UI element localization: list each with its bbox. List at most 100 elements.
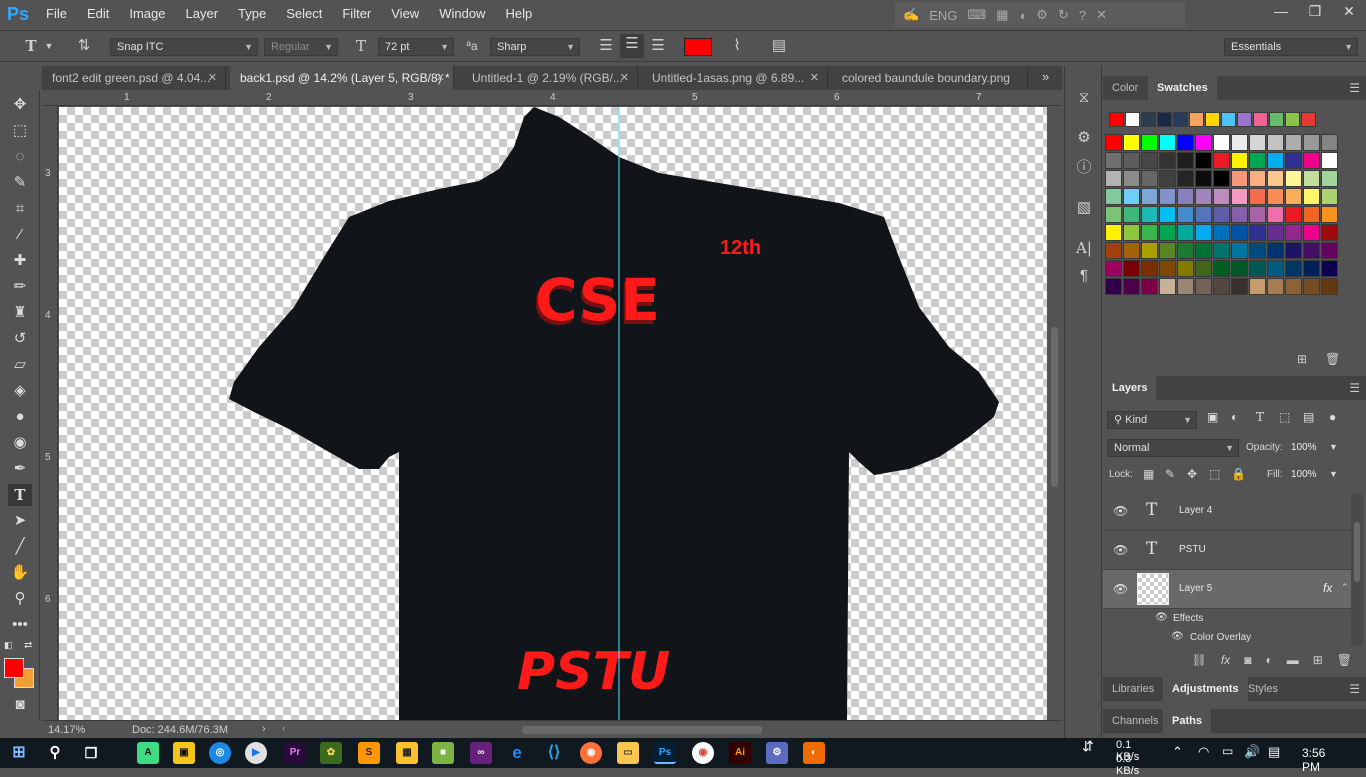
battery-icon[interactable]: ▭ xyxy=(1222,744,1233,758)
swatch[interactable] xyxy=(1267,206,1284,223)
layer-row-pstu[interactable]: 👁 T PSTU xyxy=(1103,531,1351,570)
swatch[interactable] xyxy=(1303,188,1320,205)
utility-app-icon[interactable]: ▦ xyxy=(396,742,418,764)
blend-mode-select[interactable]: Normal ▼ xyxy=(1107,439,1239,457)
swatch[interactable] xyxy=(1159,260,1176,277)
swatch[interactable] xyxy=(1249,278,1266,295)
filter-shape-icon[interactable]: ⬚ xyxy=(1279,410,1290,424)
lock-image-icon[interactable]: ✎ xyxy=(1165,467,1175,481)
swatch[interactable] xyxy=(1141,206,1158,223)
healing-brush-tool-icon[interactable]: ✚ xyxy=(8,250,32,272)
swatch[interactable] xyxy=(1285,134,1302,151)
visual-studio-icon[interactable]: ∞ xyxy=(470,742,492,764)
swatch[interactable] xyxy=(1123,134,1140,151)
chevron-down-icon[interactable]: ▼ xyxy=(44,36,54,56)
lock-artboard-icon[interactable]: ⬚ xyxy=(1209,467,1220,481)
swatch[interactable] xyxy=(1249,260,1266,277)
crop-tool-icon[interactable]: ⌗ xyxy=(8,198,32,220)
chevron-down-icon[interactable]: ▼ xyxy=(1329,469,1338,479)
swatch[interactable] xyxy=(1285,242,1302,259)
visibility-eye-icon[interactable]: 👁 xyxy=(1113,582,1128,596)
recent-swatch[interactable] xyxy=(1189,112,1204,127)
align-left-icon[interactable]: ☰ xyxy=(596,36,616,56)
chevron-up-icon[interactable]: ⌃ xyxy=(1341,582,1349,593)
font-family-select[interactable]: Snap ITC ▼ xyxy=(110,38,258,56)
swatch[interactable] xyxy=(1195,152,1212,169)
scrollbar-thumb[interactable] xyxy=(1354,522,1360,582)
move-tool-icon[interactable]: ✥ xyxy=(8,94,32,116)
swatch[interactable] xyxy=(1321,278,1338,295)
quick-mask-icon[interactable]: ◙ xyxy=(8,694,32,716)
zoom-tool-icon[interactable]: ⚲ xyxy=(8,588,32,610)
panel-menu-icon[interactable]: ☰ xyxy=(1349,677,1360,701)
swatch[interactable] xyxy=(1321,152,1338,169)
swatch[interactable] xyxy=(1231,152,1248,169)
search-icon[interactable]: ⚲ xyxy=(44,742,66,764)
settings-app-icon[interactable]: ⚙ xyxy=(766,742,788,764)
effects-row[interactable]: 👁 Effects xyxy=(1103,610,1351,628)
firefox-icon[interactable]: ◉ xyxy=(580,742,602,764)
filter-adjustment-icon[interactable]: ◐ xyxy=(1231,410,1238,424)
swatch[interactable] xyxy=(1123,170,1140,187)
tab-libraries[interactable]: Libraries xyxy=(1103,677,1163,701)
swatch[interactable] xyxy=(1159,278,1176,295)
swatch[interactable] xyxy=(1177,170,1194,187)
input-mode-icon[interactable]: ⌨ xyxy=(967,7,986,23)
swatch[interactable] xyxy=(1231,188,1248,205)
edge-icon[interactable]: e xyxy=(506,742,528,764)
menu-window[interactable]: Window xyxy=(429,0,495,28)
recent-swatch[interactable] xyxy=(1301,112,1316,127)
type-tool-icon[interactable]: T xyxy=(8,484,32,506)
delete-layer-icon[interactable]: 🗑 xyxy=(1337,653,1352,667)
window-close-icon[interactable]: ✕ xyxy=(1332,0,1366,22)
properties-icon[interactable]: ⚙ xyxy=(1073,128,1095,148)
visibility-eye-icon[interactable]: 👁 xyxy=(1113,504,1128,518)
volume-icon[interactable]: 🔊 xyxy=(1244,744,1260,760)
swatch[interactable] xyxy=(1303,152,1320,169)
swatch[interactable] xyxy=(1195,206,1212,223)
info-icon[interactable]: ⓘ xyxy=(1073,158,1095,178)
tab-color[interactable]: Color xyxy=(1103,76,1147,100)
fill-value[interactable]: 100% xyxy=(1291,469,1317,480)
visibility-eye-icon[interactable]: 👁 xyxy=(1155,612,1168,623)
swatch[interactable] xyxy=(1285,188,1302,205)
pen-tool-icon[interactable]: ✒ xyxy=(8,458,32,480)
swatch[interactable] xyxy=(1105,224,1122,241)
swatch[interactable] xyxy=(1267,278,1284,295)
text-cse[interactable]: CSE xyxy=(535,266,660,334)
chevron-up-icon[interactable]: ⌃ xyxy=(1172,744,1183,760)
new-group-icon[interactable]: ▬ xyxy=(1287,653,1299,667)
swatch[interactable] xyxy=(1231,278,1248,295)
swatch[interactable] xyxy=(1231,206,1248,223)
text-color-swatch[interactable] xyxy=(684,38,712,56)
swatch[interactable] xyxy=(1195,224,1212,241)
swatch[interactable] xyxy=(1177,224,1194,241)
swatch[interactable] xyxy=(1303,278,1320,295)
recent-swatch[interactable] xyxy=(1285,112,1300,127)
swatch[interactable] xyxy=(1105,242,1122,259)
lock-all-icon[interactable]: 🔒 xyxy=(1231,467,1246,481)
fx-icon[interactable]: fx xyxy=(1323,581,1332,595)
antialias-select[interactable]: Sharp ▼ xyxy=(490,38,580,56)
task-view-icon[interactable]: ❐ xyxy=(80,742,102,764)
add-mask-icon[interactable]: ◙ xyxy=(1244,653,1251,667)
notification-icon[interactable]: ▤ xyxy=(1268,744,1280,760)
history-brush-tool-icon[interactable]: ↺ xyxy=(8,328,32,350)
swatch[interactable] xyxy=(1213,260,1230,277)
swatch[interactable] xyxy=(1177,188,1194,205)
swatch[interactable] xyxy=(1303,224,1320,241)
recent-swatch[interactable] xyxy=(1125,112,1140,127)
tab-adjustments[interactable]: Adjustments xyxy=(1163,677,1248,701)
swatch[interactable] xyxy=(1249,206,1266,223)
menu-file[interactable]: File xyxy=(36,0,77,28)
text-12th[interactable]: 12th xyxy=(720,237,761,259)
filter-pixel-icon[interactable]: ▣ xyxy=(1207,410,1218,424)
swatch[interactable] xyxy=(1213,242,1230,259)
tab-untitled-1asas[interactable]: Untitled-1asas.png @ 6.89... ✕ xyxy=(642,66,828,90)
paragraph-icon[interactable]: ¶ xyxy=(1073,266,1095,286)
delete-swatch-icon[interactable]: 🗑 xyxy=(1325,352,1340,366)
recent-swatch[interactable] xyxy=(1221,112,1236,127)
swatch[interactable] xyxy=(1195,188,1212,205)
menu-view[interactable]: View xyxy=(381,0,429,28)
new-adjustment-icon[interactable]: ◐ xyxy=(1265,653,1272,667)
